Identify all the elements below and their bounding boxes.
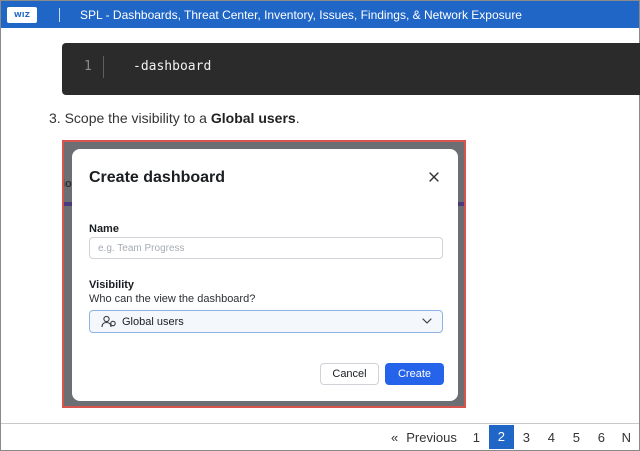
background-accent-left [64,202,72,206]
pagination: « Previous 1 2 3 4 5 6 N [391,425,639,449]
step-instruction: 3. Scope the visibility to a Global user… [49,110,300,126]
wiz-logo[interactable]: WIZ [7,6,37,23]
top-bar: WIZ SPL - Dashboards, Threat Center, Inv… [1,1,639,28]
logo-text: WIZ [13,10,30,19]
page-1[interactable]: 1 [464,430,489,445]
name-input[interactable] [89,237,443,259]
users-icon [101,315,117,329]
chevron-down-icon [422,318,432,324]
create-button[interactable]: Create [385,363,444,385]
visibility-select[interactable]: Global users [89,310,443,333]
step-suffix: . [295,110,300,126]
page-3[interactable]: 3 [514,430,539,445]
visibility-subtitle: Who can the view the dashboard? [89,293,256,305]
code-text: -dashboard [133,59,212,74]
close-icon [429,172,439,182]
screenshot-frame: io Create dashboard Name Visibility Who … [62,140,466,408]
code-line-number: 1 [84,59,92,74]
close-button[interactable] [424,167,444,187]
previous-link[interactable]: « Previous [391,430,457,445]
page-4[interactable]: 4 [539,430,564,445]
header-divider [59,7,60,22]
previous-label: Previous [406,429,457,445]
double-chevron-left-icon: « [391,429,399,445]
cancel-button[interactable]: Cancel [320,363,379,385]
name-label: Name [89,223,119,235]
step-text: 3. Scope the visibility to a [49,110,211,126]
page-6[interactable]: 6 [589,430,614,445]
page-title: SPL - Dashboards, Threat Center, Invento… [80,7,522,22]
code-block: 1 -dashboard [62,43,640,95]
modal-title: Create dashboard [89,169,226,186]
visibility-label: Visibility [89,279,135,291]
page-2[interactable]: 2 [488,425,514,449]
background-text-fragment: io [62,178,72,190]
step-bold-text: Global users [210,110,296,126]
create-dashboard-modal: Create dashboard Name Visibility Who can… [72,149,458,401]
next-link-partial[interactable]: N [614,430,639,445]
visibility-selected-value: Global users [122,315,184,328]
code-gutter-divider [103,56,104,78]
pagination-divider [1,423,639,424]
page-5[interactable]: 5 [564,430,589,445]
